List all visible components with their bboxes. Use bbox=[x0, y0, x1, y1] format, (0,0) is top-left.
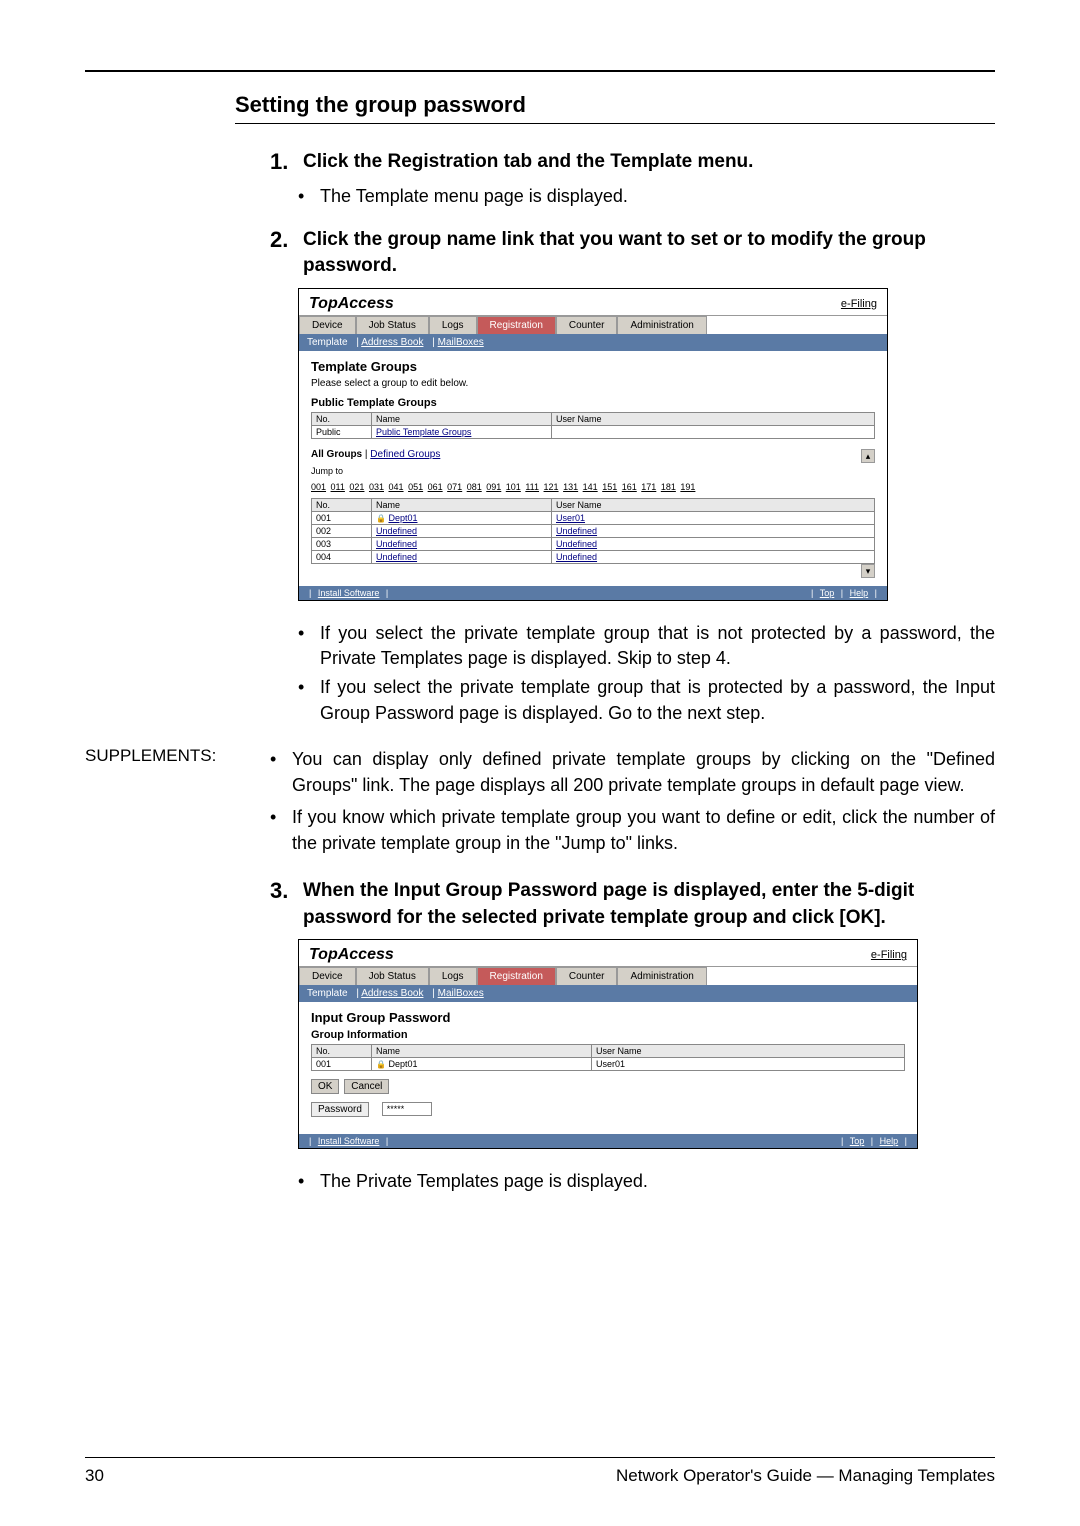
tab-logs[interactable]: Logs bbox=[429, 316, 477, 334]
supplements-label: SUPPLEMENTS: bbox=[85, 746, 270, 862]
scroll-up-icon[interactable]: ▴ bbox=[861, 449, 875, 463]
supplement-1: You can display only defined private tem… bbox=[292, 746, 995, 798]
top-link[interactable]: Top bbox=[850, 1136, 865, 1146]
submenu-mailboxes[interactable]: MailBoxes bbox=[438, 988, 484, 999]
step-number-2: 2. bbox=[270, 227, 298, 280]
efiling-link[interactable]: e-Filing bbox=[841, 298, 877, 310]
tab-device[interactable]: Device bbox=[299, 316, 356, 334]
table-row: 002 Undefined Undefined bbox=[312, 524, 875, 537]
all-groups-label: All Groups bbox=[311, 449, 362, 460]
step-2-text: Click the group name link that you want … bbox=[303, 227, 995, 280]
table-row: 001 Dept01 User01 bbox=[312, 511, 875, 524]
tab-counter[interactable]: Counter bbox=[556, 967, 618, 985]
public-template-link[interactable]: Public Template Groups bbox=[376, 427, 471, 437]
bullet-icon: • bbox=[298, 1169, 320, 1194]
screenshot-input-group-password: TopAccess e-Filing Device Job Status Log… bbox=[298, 939, 918, 1149]
submenu-template[interactable]: Template bbox=[307, 337, 348, 348]
bullet-icon: • bbox=[298, 621, 320, 671]
ok-button[interactable]: OK bbox=[311, 1079, 339, 1094]
logo: TopAccess bbox=[309, 295, 394, 313]
defined-groups-link[interactable]: Defined Groups bbox=[370, 449, 440, 460]
group-info-table: No. Name User Name 001 Dept01 User01 bbox=[311, 1044, 905, 1071]
submenu-mailboxes[interactable]: MailBoxes bbox=[438, 337, 484, 348]
install-software-link[interactable]: Install Software bbox=[318, 1136, 380, 1146]
input-group-password-heading: Input Group Password bbox=[311, 1010, 905, 1025]
scroll-down-icon[interactable]: ▾ bbox=[861, 564, 875, 578]
top-link[interactable]: Top bbox=[820, 588, 835, 598]
lock-icon bbox=[376, 1059, 386, 1069]
jump-links[interactable]: 001 011 021 031 041 051 061 071 081 091 … bbox=[311, 482, 697, 492]
step-1-bullet: The Template menu page is displayed. bbox=[320, 184, 628, 209]
step-number-1: 1. bbox=[270, 149, 298, 176]
step-3-text: When the Input Group Password page is di… bbox=[303, 878, 995, 931]
step-1-text: Click the Registration tab and the Templ… bbox=[303, 149, 753, 176]
password-label: Password bbox=[311, 1102, 369, 1117]
tab-administration[interactable]: Administration bbox=[617, 967, 706, 985]
supplement-2: If you know which private template group… bbox=[292, 804, 995, 856]
post-ss1-bullet-2: If you select the private template group… bbox=[320, 675, 995, 725]
instruction-text: Please select a group to edit below. bbox=[311, 378, 875, 389]
screenshot-template-groups: TopAccess e-Filing Device Job Status Log… bbox=[298, 288, 888, 601]
install-software-link[interactable]: Install Software bbox=[318, 588, 380, 598]
group-name-link[interactable]: Undefined bbox=[376, 539, 417, 549]
help-link[interactable]: Help bbox=[850, 588, 869, 598]
template-groups-heading: Template Groups bbox=[311, 359, 875, 374]
cancel-button[interactable]: Cancel bbox=[344, 1079, 389, 1094]
group-information-heading: Group Information bbox=[311, 1029, 905, 1041]
submenu-address-book[interactable]: Address Book bbox=[361, 337, 423, 348]
step-number-3: 3. bbox=[270, 878, 298, 931]
group-name-link[interactable]: Dept01 bbox=[388, 513, 417, 523]
efiling-link[interactable]: e-Filing bbox=[871, 949, 907, 961]
jump-to-label: Jump to bbox=[311, 466, 697, 476]
tab-registration[interactable]: Registration bbox=[477, 967, 556, 985]
group-name-link[interactable]: Undefined bbox=[376, 552, 417, 562]
page-number: 30 bbox=[85, 1466, 104, 1486]
public-template-groups-heading: Public Template Groups bbox=[311, 397, 875, 409]
logo: TopAccess bbox=[309, 946, 394, 964]
bullet-icon: • bbox=[298, 184, 320, 209]
section-title: Setting the group password bbox=[235, 92, 995, 118]
group-name-link[interactable]: Undefined bbox=[376, 526, 417, 536]
post-ss2-bullet: The Private Templates page is displayed. bbox=[320, 1169, 648, 1194]
private-groups-table: No. Name User Name 001 Dept01 User01 002… bbox=[311, 498, 875, 564]
submenu-address-book[interactable]: Address Book bbox=[361, 988, 423, 999]
footer-text: Network Operator's Guide — Managing Temp… bbox=[616, 1466, 995, 1486]
tab-registration[interactable]: Registration bbox=[477, 316, 556, 334]
public-groups-table: No. Name User Name Public Public Templat… bbox=[311, 412, 875, 439]
tab-job-status[interactable]: Job Status bbox=[356, 316, 429, 334]
lock-icon bbox=[376, 513, 386, 523]
submenu-template[interactable]: Template bbox=[307, 988, 348, 999]
post-ss1-bullet-1: If you select the private template group… bbox=[320, 621, 995, 671]
password-input[interactable]: ***** bbox=[382, 1102, 432, 1116]
tab-administration[interactable]: Administration bbox=[617, 316, 706, 334]
tab-job-status[interactable]: Job Status bbox=[356, 967, 429, 985]
table-row: 003 Undefined Undefined bbox=[312, 537, 875, 550]
help-link[interactable]: Help bbox=[880, 1136, 899, 1146]
tab-counter[interactable]: Counter bbox=[556, 316, 618, 334]
bullet-icon: • bbox=[270, 804, 292, 856]
bullet-icon: • bbox=[298, 675, 320, 725]
tab-device[interactable]: Device bbox=[299, 967, 356, 985]
bullet-icon: • bbox=[270, 746, 292, 798]
tab-logs[interactable]: Logs bbox=[429, 967, 477, 985]
table-row: 004 Undefined Undefined bbox=[312, 550, 875, 563]
